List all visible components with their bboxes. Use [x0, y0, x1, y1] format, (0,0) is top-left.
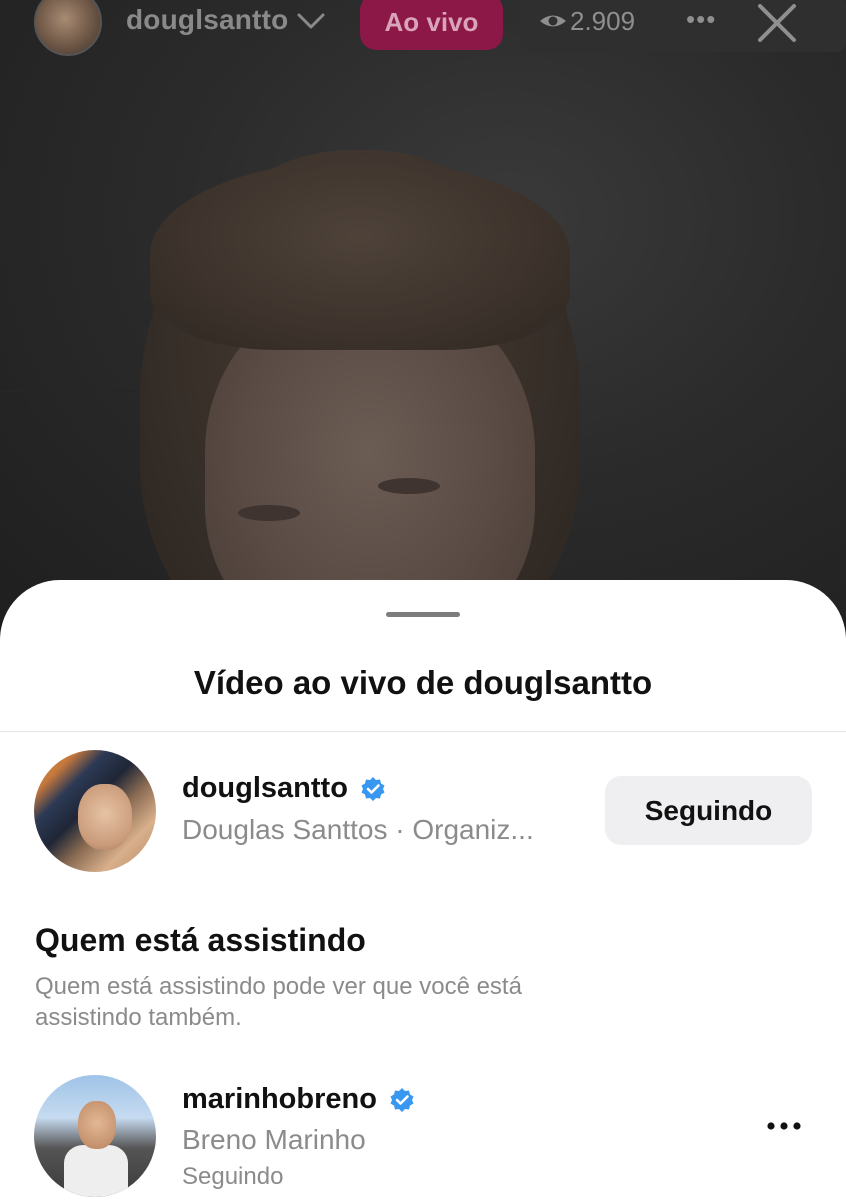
viewer-avatar-face: [78, 1101, 116, 1149]
host-avatar-face: [78, 784, 132, 850]
close-icon[interactable]: [756, 2, 798, 44]
live-badge: Ao vivo: [360, 0, 503, 50]
streamer-avatar[interactable]: [34, 0, 102, 56]
divider: [0, 731, 846, 732]
sheet-grabber[interactable]: [386, 612, 460, 617]
chevron-down-icon[interactable]: [296, 10, 326, 32]
viewer-avatar-body: [64, 1145, 128, 1197]
live-info-sheet: Vídeo ao vivo de douglsantto douglsantto…: [0, 580, 846, 1200]
host-subtitle: Douglas Santtos · Organiz...: [182, 814, 534, 845]
more-icon[interactable]: •••: [686, 4, 716, 35]
host-username[interactable]: douglsantto: [182, 772, 348, 805]
viewer-follow-status: Seguindo: [182, 1163, 284, 1190]
viewer-full-name: Breno Marinho: [182, 1124, 366, 1155]
streamer-right-eye: [378, 478, 440, 494]
host-avatar[interactable]: [34, 750, 156, 872]
sheet-title: Vídeo ao vivo de douglsantto: [193, 664, 653, 701]
eye-icon: [540, 15, 566, 27]
viewer-avatar[interactable]: [34, 1075, 156, 1197]
streamer-username[interactable]: douglsantto: [126, 4, 288, 36]
following-button[interactable]: Seguindo: [605, 776, 812, 845]
viewer-count[interactable]: 2.909: [570, 6, 635, 37]
streamer-hair: [150, 160, 570, 350]
more-icon[interactable]: [764, 1116, 804, 1136]
live-top-bar: douglsantto Ao vivo 2.909 •••: [0, 0, 846, 56]
viewers-section-description: Quem está assistindo pode ver que você e…: [35, 973, 522, 1031]
verified-icon: [390, 1088, 414, 1112]
streamer-left-eye: [238, 505, 300, 521]
verified-icon: [361, 777, 385, 801]
viewers-section-title: Quem está assistindo: [35, 922, 366, 958]
live-video[interactable]: [0, 0, 846, 620]
viewer-username[interactable]: marinhobreno: [182, 1083, 377, 1116]
